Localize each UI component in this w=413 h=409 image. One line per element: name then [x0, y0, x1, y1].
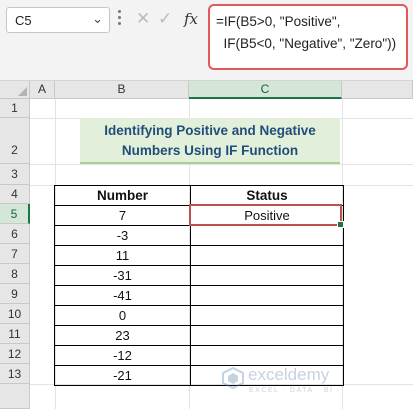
row-header-1[interactable]: 1 [0, 99, 30, 118]
enter-check-icon[interactable]: ✓ [158, 9, 172, 29]
name-box[interactable]: C5 ⌄ [6, 7, 110, 33]
row-header-8[interactable]: 8 [0, 264, 30, 284]
table-row: 0 [54, 305, 344, 326]
cancel-icon[interactable]: ✕ [136, 9, 150, 29]
worksheet-grid[interactable]: A B C 1 2 3 4 5 6 7 8 9 10 11 12 13 Iden… [0, 81, 413, 409]
formula-line-2: IF(B5<0, "Negative", "Zero")) [216, 36, 397, 51]
row-header-5[interactable]: 5 [0, 204, 30, 224]
formula-input[interactable]: =IF(B5>0, "Positive", IF(B5<0, "Negative… [208, 4, 408, 70]
row-header-13[interactable]: 13 [0, 364, 30, 384]
column-header-c[interactable]: C [189, 81, 342, 99]
table-row: -41 [54, 285, 344, 306]
cell-number[interactable]: -41 [54, 285, 191, 306]
select-all-corner[interactable] [0, 81, 30, 99]
header-status[interactable]: Status [190, 185, 344, 206]
cell-number[interactable]: 0 [54, 305, 191, 326]
sheet-title[interactable]: Identifying Positive and Negative Number… [80, 118, 340, 164]
cell-status[interactable] [190, 265, 344, 286]
watermark-name: exceldemy [248, 365, 330, 384]
row-header-6[interactable]: 6 [0, 224, 30, 244]
name-box-value: C5 [15, 13, 32, 28]
row-header-12[interactable]: 12 [0, 344, 30, 364]
row-header-4[interactable]: 4 [0, 185, 30, 204]
cell-number[interactable]: -21 [54, 365, 191, 386]
table-row: -3 [54, 225, 344, 246]
table-header-row: Number Status [54, 185, 344, 206]
watermark: exceldemy EXCEL · DATA · BI [222, 363, 362, 403]
row-header-3[interactable]: 3 [0, 164, 30, 185]
cell-number[interactable]: -3 [54, 225, 191, 246]
more-options-icon[interactable] [118, 10, 122, 28]
exceldemy-logo-icon [222, 367, 244, 389]
column-header-b[interactable]: B [55, 81, 189, 99]
header-number[interactable]: Number [54, 185, 191, 206]
cell-status[interactable] [190, 285, 344, 306]
column-header-empty[interactable] [342, 81, 413, 99]
formula-bar: C5 ⌄ ✕ ✓ fx =IF(B5>0, "Positive", IF(B5<… [0, 0, 413, 81]
cell-number[interactable]: 23 [54, 325, 191, 346]
table-row: 11 [54, 245, 344, 266]
cell-number[interactable]: -31 [54, 265, 191, 286]
watermark-tagline: EXCEL · DATA · BI [249, 387, 334, 394]
gridline [30, 164, 413, 165]
table-row: -31 [54, 265, 344, 286]
cell-status[interactable] [190, 305, 344, 326]
cell-status[interactable] [190, 325, 344, 346]
formula-buttons: ✕ ✓ fx [130, 7, 205, 33]
chevron-down-icon[interactable]: ⌄ [92, 11, 103, 27]
cell-number[interactable]: -12 [54, 345, 191, 366]
active-cell-selection[interactable] [189, 204, 344, 228]
row-header-10[interactable]: 10 [0, 304, 30, 324]
row-header-14[interactable] [0, 384, 30, 409]
title-line-1: Identifying Positive and Negative [104, 123, 316, 138]
cell-number[interactable]: 7 [54, 205, 191, 226]
cell-status[interactable] [190, 225, 344, 246]
row-header-9[interactable]: 9 [0, 284, 30, 304]
row-header-11[interactable]: 11 [0, 324, 30, 344]
formula-line-1: =IF(B5>0, "Positive", [216, 14, 341, 29]
column-header-a[interactable]: A [30, 81, 55, 99]
table-row: 23 [54, 325, 344, 346]
row-header-7[interactable]: 7 [0, 244, 30, 264]
insert-function-icon[interactable]: fx [184, 10, 198, 28]
row-header-2[interactable]: 2 [0, 118, 30, 164]
title-line-2: Numbers Using IF Function [121, 143, 299, 158]
cell-number[interactable]: 11 [54, 245, 191, 266]
cell-status[interactable] [190, 245, 344, 266]
